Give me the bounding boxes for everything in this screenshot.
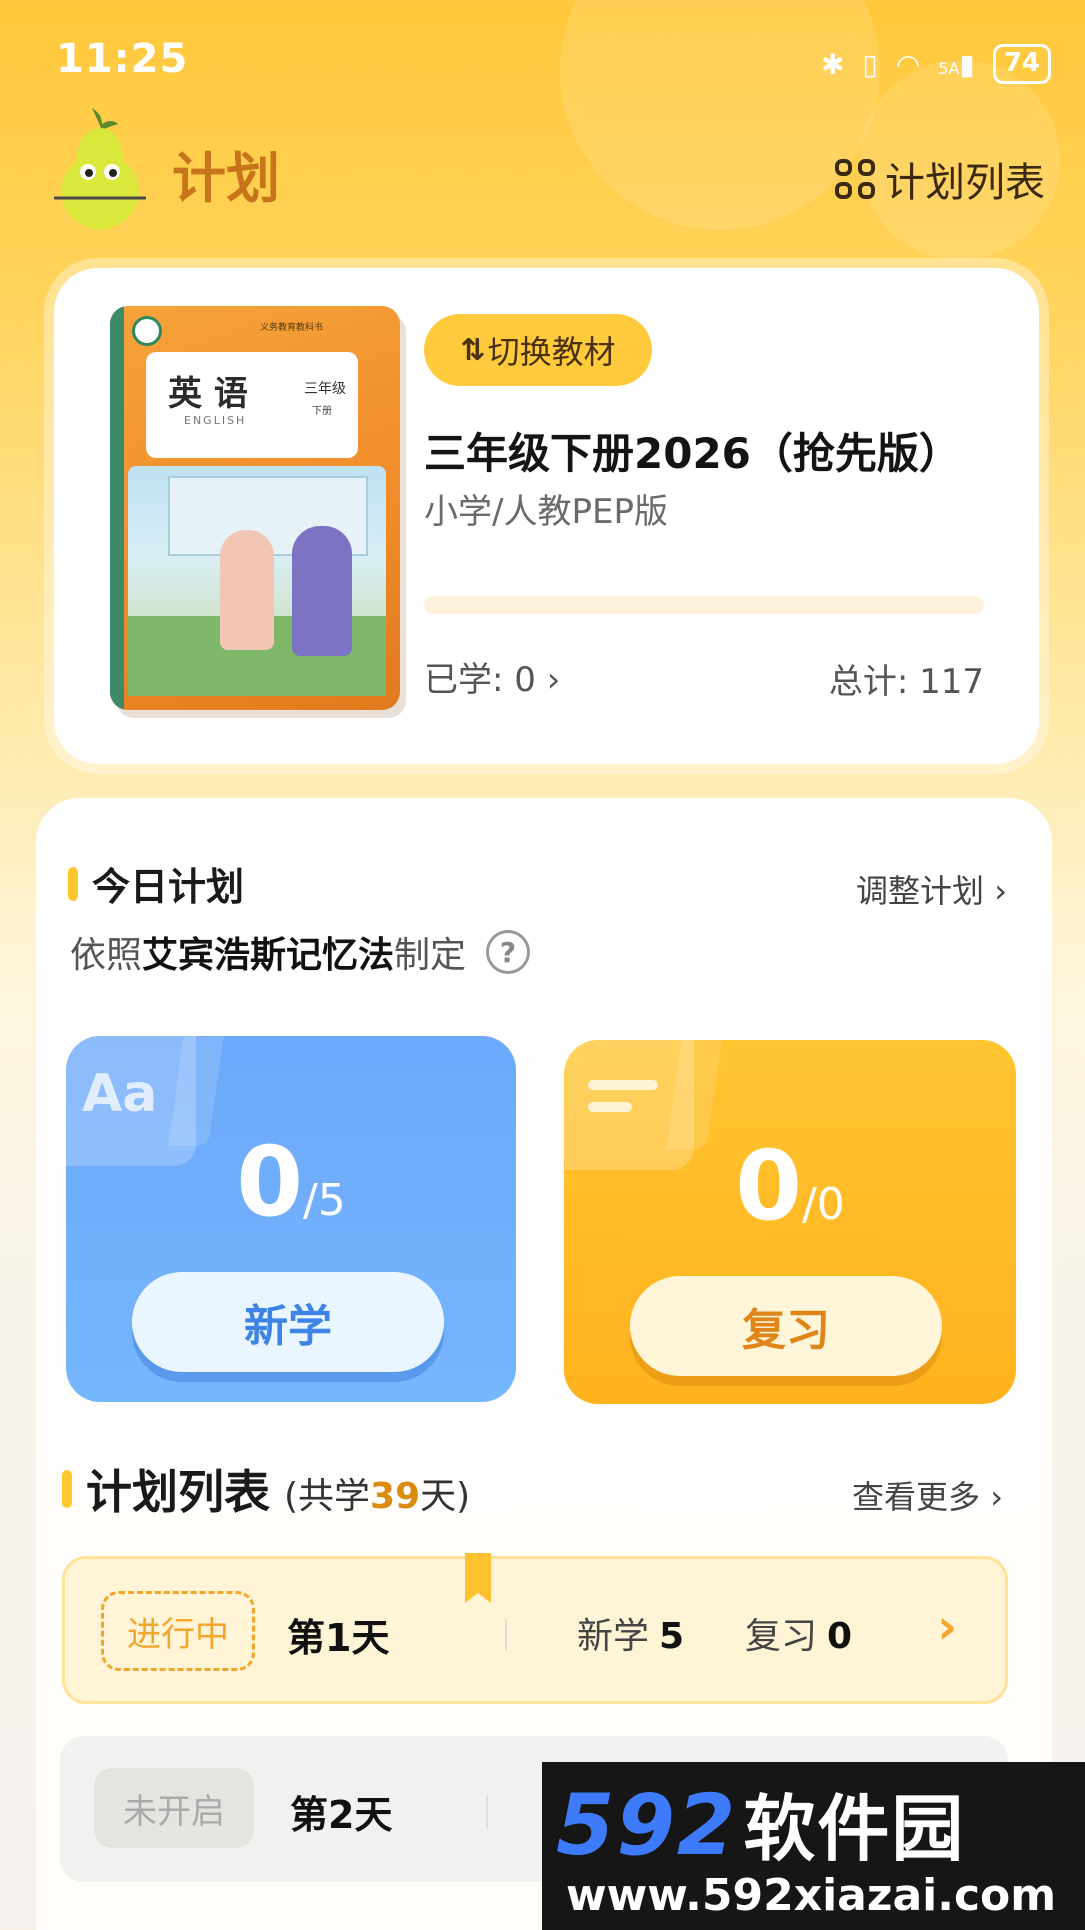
status-icons: ✱ ▯ ◠ 5A▮ 74 (821, 44, 1051, 84)
cover-illustration (128, 466, 386, 696)
cover-term: 下册 (312, 406, 332, 417)
method-name: 艾宾浩斯记忆法 (142, 935, 395, 976)
status-time: 11:25 (56, 36, 189, 82)
plan-day-row[interactable]: 进行中 第1天 新学 5 复习 0 › (62, 1553, 1008, 1704)
cover-title-panel: 英 语 ENGLISH 三年级 下册 (146, 352, 358, 458)
view-more-label: 查看更多 (852, 1478, 981, 1516)
review-done-count: 0 (735, 1130, 802, 1242)
new-total-count: /5 (302, 1175, 346, 1226)
chevron-right-icon: › (546, 660, 561, 700)
adjust-plan-link[interactable]: 调整计划 › (856, 866, 1007, 912)
section-accent-bar (68, 866, 78, 901)
cover-series-label: 义务教育教科书 (260, 323, 324, 333)
learned-count-link[interactable]: 已学: 0 › (424, 652, 560, 701)
cover-spine (110, 306, 124, 710)
status-badge: 进行中 (101, 1591, 255, 1671)
subtitle-prefix: (共学 (284, 1476, 371, 1517)
watermark-brand: 592软件园 (556, 1770, 965, 1875)
background-decoration (560, 0, 880, 230)
subtitle-suffix: 天) (420, 1476, 471, 1517)
switch-textbook-label: 切换教材 (487, 333, 616, 371)
watermark-number: 592 (556, 1776, 738, 1874)
textbook-title: 三年级下册2026（抢先版） (424, 429, 961, 478)
review-card[interactable]: 0/0 复习 (564, 1040, 1016, 1404)
help-icon[interactable]: ? (486, 930, 531, 974)
signal-label: 5A (938, 58, 960, 78)
status-badge: 未开启 (94, 1768, 254, 1848)
view-more-link[interactable]: 查看更多 › (852, 1472, 1003, 1518)
learned-count: 已学: 0 (424, 660, 536, 700)
signal-5g-icon: 5A▮ (938, 47, 975, 81)
review-stat-value: 0 (827, 1616, 853, 1657)
watermark-name: 软件园 (743, 1787, 966, 1871)
new-count-stat: 新学 5 (577, 1607, 684, 1659)
document-lines-icon (588, 1080, 658, 1124)
plan-list-label: 计划列表 (885, 160, 1045, 206)
watermark-url: www.592xiazai.com (566, 1870, 1057, 1921)
new-done-count: 0 (236, 1126, 303, 1238)
cover-child-girl (220, 530, 274, 650)
grid-icon (835, 159, 875, 199)
review-count-stat: 复习 0 (745, 1607, 852, 1659)
day-label: 第1天 (287, 1616, 390, 1660)
battery-indicator: 74 (992, 44, 1051, 84)
textbook-cover-image[interactable]: 义务教育教科书 英 语 ENGLISH 三年级 下册 (110, 306, 400, 710)
divider (486, 1796, 488, 1828)
plan-list-button[interactable]: 计划列表 (835, 150, 1045, 208)
chevron-right-icon: › (990, 1478, 1003, 1516)
pear-mascot-logo (54, 108, 146, 230)
cover-grade: 三年级 (304, 381, 346, 397)
publisher-logo-icon (132, 316, 162, 346)
review-total-count: /0 (801, 1179, 845, 1230)
plan-list-heading: 计划列表 (共学39天) (62, 1456, 470, 1522)
total-count: 总计: 117 (828, 662, 984, 702)
total-days: 39 (370, 1476, 421, 1517)
bookmark-icon (465, 1553, 491, 1603)
plan-list-subtitle: (共学39天) (284, 1467, 470, 1519)
wifi-icon: ◠ (895, 47, 921, 81)
adjust-plan-label: 调整计划 (856, 872, 985, 910)
letters-icon: Aa (82, 1064, 158, 1124)
textbook-edition: 小学/人教PEP版 (424, 492, 668, 532)
review-count: 0/0 (564, 1130, 1016, 1242)
method-prefix: 依照 (70, 935, 143, 976)
day-label: 第2天 (290, 1793, 393, 1837)
new-stat-value: 5 (659, 1616, 685, 1657)
swap-icon: ⇅ (460, 332, 485, 368)
bluetooth-icon: ✱ (820, 47, 845, 81)
today-plan-title: 今日计划 (92, 865, 245, 909)
plan-list-title: 计划列表 (86, 1465, 270, 1519)
cover-title: 英 语 (168, 374, 248, 414)
review-stat-label: 复习 (745, 1616, 818, 1657)
today-plan-heading: 今日计划 (68, 856, 244, 911)
learning-progress-bar (424, 596, 984, 614)
new-words-card[interactable]: Aa 0/5 新学 (66, 1036, 516, 1402)
new-words-count: 0/5 (66, 1126, 516, 1238)
vibrate-icon: ▯ (862, 47, 878, 81)
divider (505, 1619, 507, 1651)
switch-textbook-button[interactable]: ⇅ 切换教材 (424, 314, 652, 386)
watermark-overlay: 592软件园 www.592xiazai.com (542, 1762, 1085, 1930)
review-button[interactable]: 复习 (630, 1276, 942, 1376)
chevron-right-icon: › (937, 1599, 957, 1655)
method-suffix: 制定 (394, 935, 467, 976)
section-accent-bar (62, 1470, 72, 1508)
plan-method-note: 依照 艾宾浩斯记忆法 制定 ? (70, 926, 531, 978)
cover-subtitle: ENGLISH (184, 414, 247, 427)
new-stat-label: 新学 (577, 1616, 650, 1657)
page-title: 计划 (172, 147, 280, 210)
cover-child-boy (292, 526, 352, 656)
chevron-right-icon: › (994, 872, 1007, 910)
new-learn-button[interactable]: 新学 (132, 1272, 444, 1372)
